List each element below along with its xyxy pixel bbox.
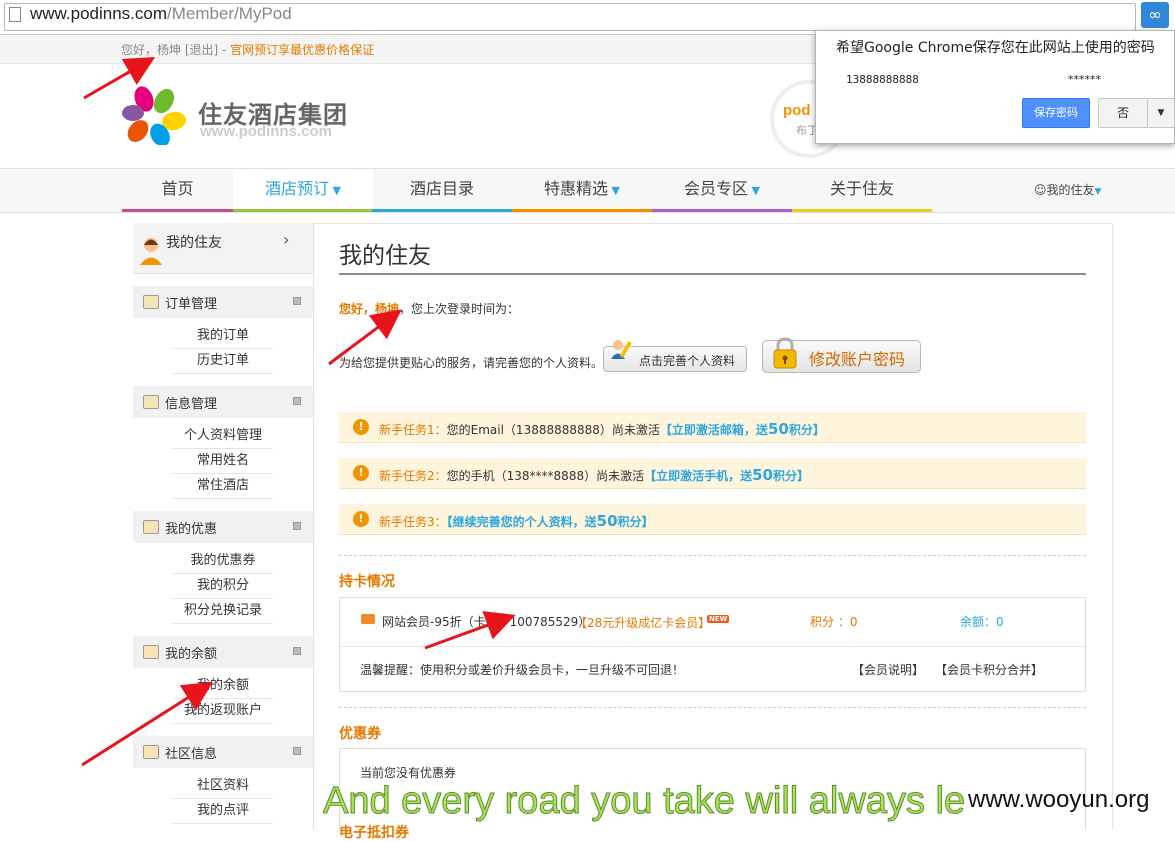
annotation-arrows [81,57,516,767]
annotation-arrow [424,611,516,650]
annotation-arrow [328,309,402,366]
video-caption: And every road you take will always le [323,780,966,823]
annotation-arrow [83,57,156,100]
annotation-arrow [81,681,214,767]
watermark: www.wooyun.org [968,786,1150,813]
